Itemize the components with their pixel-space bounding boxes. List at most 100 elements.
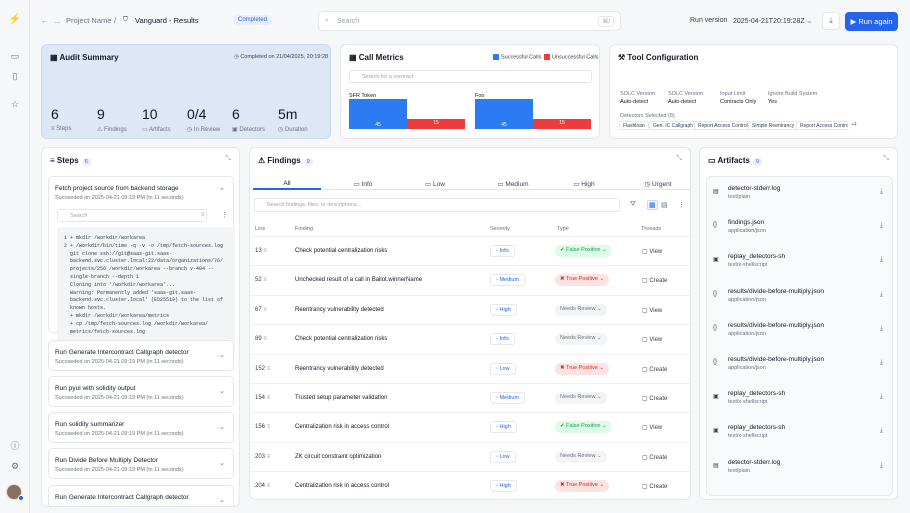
type-dropdown[interactable]: Needs Review ⌄: [555, 450, 607, 463]
collapse-icon[interactable]: ⤡: [883, 155, 889, 163]
breadcrumb-project[interactable]: Project Name: [66, 16, 111, 25]
log-search-input[interactable]: Search: [57, 209, 207, 222]
tab-info[interactable]: ▭ Info: [343, 180, 383, 188]
breadcrumb-ellipsis[interactable]: ...: [54, 16, 60, 25]
severity-badge: ◦ Medium: [490, 392, 526, 404]
artifact-name: replay_detectors-sh: [728, 253, 786, 261]
more-icon[interactable]: ⋮: [678, 201, 685, 209]
finding-name: Reentrancy vulnerability detected: [295, 365, 384, 372]
step-item-expanded[interactable]: Fetch project source from backend storag…: [48, 176, 235, 354]
column-header: Type: [557, 226, 569, 232]
bar-success[interactable]: 45: [475, 99, 533, 129]
table-row[interactable]: 152 ≡ Reentrancy vulnerability detected ◦ …: [250, 353, 690, 383]
finding-name: Check potential centralization risks: [295, 336, 388, 343]
thread-action[interactable]: ▢ Create: [642, 277, 667, 284]
findings-search-input[interactable]: Search findings, files, or descriptions.…: [254, 198, 620, 212]
detector-chip: Flashloan: [619, 121, 649, 130]
tab-urgent[interactable]: ◷ Urgent: [636, 180, 680, 188]
type-dropdown[interactable]: ✖ True Positive ⌄: [555, 362, 610, 375]
app-logo-icon[interactable]: ⚡: [7, 12, 23, 28]
artifact-mime: text/x-shellscript: [728, 399, 768, 406]
detector-chip: Report Access Control: [796, 121, 854, 130]
thread-action[interactable]: ▢ Create: [642, 395, 667, 402]
run-again-button[interactable]: ▶ Run again: [845, 12, 898, 31]
download-button[interactable]: ⤓: [822, 12, 840, 30]
table-row[interactable]: 204 ≡ Centralization risk in access contr…: [250, 471, 690, 499]
bar-success[interactable]: 45: [349, 99, 407, 129]
type-dropdown[interactable]: Needs Review ⌄: [555, 333, 607, 346]
table-row[interactable]: 52 ≡ Unchecked result of a call in Ballot…: [250, 265, 690, 294]
filter-icon[interactable]: ≡: [201, 212, 205, 218]
json-icon: {}: [713, 359, 718, 365]
step-item[interactable]: Run solidity summarizer Succeeded on 2025…: [48, 412, 234, 443]
shield-icon: ⛉: [123, 16, 128, 23]
tab-all[interactable]: All: [253, 180, 321, 187]
step-item[interactable]: Run Divide Before Multiply Detector Succe…: [48, 448, 234, 479]
table-row[interactable]: 203 ≡ ZK circuit constraint optimization ◦…: [250, 441, 690, 471]
download-icon[interactable]: ⤓: [880, 256, 883, 264]
collapse-icon[interactable]: ⤡: [676, 155, 682, 163]
search-icon: ⌕: [325, 17, 329, 24]
finding-name: Centralization risk in access control: [295, 483, 390, 490]
collapse-icon[interactable]: ⤡: [225, 155, 231, 163]
download-icon[interactable]: ⤓: [880, 427, 883, 435]
tab-high[interactable]: ▭ High: [564, 180, 604, 188]
line-number: 89 ≡: [255, 336, 267, 343]
severity-badge: ◦ High: [490, 303, 517, 316]
more-icon[interactable]: ⋮: [221, 211, 228, 219]
thread-action[interactable]: ▢ Create: [642, 366, 667, 373]
download-icon[interactable]: ⤓: [880, 325, 883, 333]
type-dropdown[interactable]: Needs Review ⌄: [555, 392, 607, 404]
gear-icon[interactable]: ⚙: [9, 460, 21, 472]
page-title: Vanguard - Results: [135, 16, 199, 25]
download-icon[interactable]: ⤓: [880, 462, 883, 470]
thread-action[interactable]: ▢ Create: [642, 483, 667, 490]
tab-low[interactable]: ▭ Low: [415, 180, 455, 188]
artifact-name: results/divide-before-multiply.json: [728, 287, 824, 295]
table-row[interactable]: 154 ≡ Trusted setup parameter validation ◦…: [250, 383, 690, 412]
bar-fail[interactable]: 15: [407, 119, 465, 129]
thread-action[interactable]: ▢ Create: [642, 454, 667, 461]
artifact-mime: text/plain: [728, 194, 751, 200]
star-icon[interactable]: ☆: [9, 98, 21, 110]
contract-search-input[interactable]: Search for a contract: [349, 70, 592, 83]
stat-steps: 6 ≡ Steps: [51, 106, 72, 132]
search-input[interactable]: ⌕ Search ⌘/: [318, 11, 621, 31]
type-dropdown[interactable]: ✖ True Positive ⌄: [555, 274, 610, 287]
solc-version-2: SOLC Version Auto-detect: [668, 91, 703, 105]
download-icon[interactable]: ⤓: [880, 222, 883, 230]
step-item[interactable]: Run pyul with solidity output Succeeded o…: [48, 376, 234, 407]
type-dropdown[interactable]: ✔ False Positive ⌄: [555, 421, 612, 434]
thread-action[interactable]: ▢ View: [642, 307, 662, 314]
table-row[interactable]: 13 ≡ Check potential centralization risks…: [250, 236, 690, 265]
type-dropdown[interactable]: Needs Review ⌄: [555, 303, 607, 316]
step-item[interactable]: Run Generate Intercontract Callgraph det…: [48, 485, 234, 506]
thread-action[interactable]: ▢ View: [642, 248, 662, 255]
back-button[interactable]: ←: [41, 16, 49, 25]
chevron-up-icon[interactable]: ⌃: [219, 187, 225, 195]
thread-action[interactable]: ▢ View: [642, 424, 662, 431]
download-icon[interactable]: ⤓: [880, 291, 883, 299]
folder-icon[interactable]: ▭: [9, 50, 21, 62]
type-dropdown[interactable]: ✔ False Positive ⌄: [555, 245, 612, 257]
step-item[interactable]: Run Generate Intercontract Callgraph det…: [48, 340, 234, 371]
download-icon[interactable]: ⤓: [880, 393, 883, 401]
call-metrics-title: ▦ Call Metrics: [349, 53, 404, 62]
run-version-select[interactable]: 2025-04-21T20:19:28Z ⌄: [729, 11, 817, 31]
table-row[interactable]: 67 ≡ Reentrancy vulnerability detected ◦ H…: [250, 294, 690, 324]
download-icon[interactable]: ⤓: [880, 359, 883, 367]
info-icon[interactable]: ⓘ: [9, 440, 21, 452]
download-icon[interactable]: ⤓: [880, 188, 883, 196]
bar-fail[interactable]: 15: [533, 119, 591, 129]
filter-icon[interactable]: ⛛: [630, 201, 636, 209]
document-icon[interactable]: ▯: [9, 70, 21, 82]
type-dropdown[interactable]: ✖ True Positive ⌄: [555, 480, 610, 493]
more-detectors-chip[interactable]: +4: [848, 121, 860, 130]
list-view-icon[interactable]: ▤: [661, 201, 668, 209]
table-row[interactable]: 156 ≡ Centralization risk in access contr…: [250, 412, 690, 441]
json-icon: {}: [713, 222, 718, 229]
thread-action[interactable]: ▢ View: [642, 336, 662, 343]
grid-view-icon[interactable]: ▦: [647, 200, 658, 210]
table-row[interactable]: 89 ≡ Check potential centralization risks…: [250, 324, 690, 353]
tab-medium[interactable]: ▭ Medium: [488, 180, 538, 188]
